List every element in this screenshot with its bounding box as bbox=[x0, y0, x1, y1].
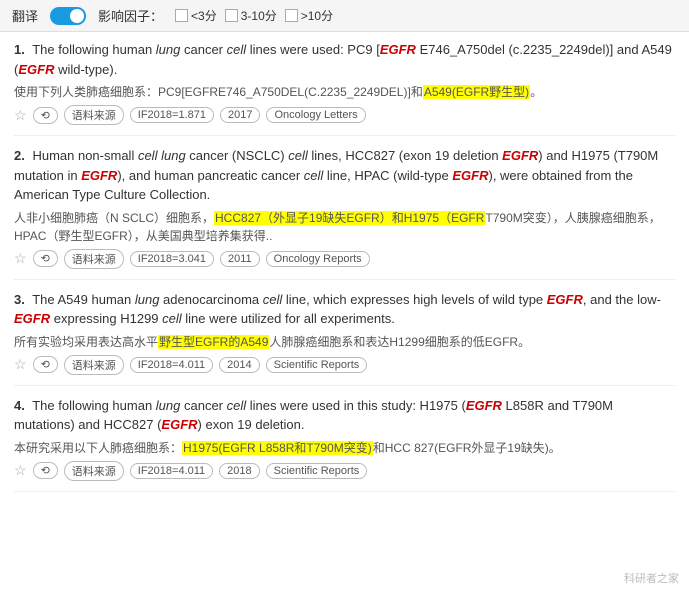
result-4-meta: ☆ ⟲ 语料来源 IF2018=4.011 2018 Scientific Re… bbox=[14, 461, 675, 481]
result-item-3: 3. The A549 human lung adenocarcinoma ce… bbox=[14, 290, 675, 386]
result-3-number: 3. bbox=[14, 292, 25, 307]
result-2-year: 2011 bbox=[220, 251, 260, 267]
translate-toggle[interactable] bbox=[50, 7, 86, 25]
result-2-meta: ☆ ⟲ 语料来源 IF2018=3.041 2011 Oncology Repo… bbox=[14, 249, 675, 269]
results-container: 1. The following human lung cancer cell … bbox=[0, 32, 689, 510]
result-1-star[interactable]: ☆ bbox=[14, 107, 27, 124]
result-2-journal: Oncology Reports bbox=[266, 251, 370, 267]
result-1-number: 1. bbox=[14, 42, 25, 57]
filter-label: 影响因子： bbox=[98, 6, 163, 25]
result-3-year: 2014 bbox=[219, 357, 259, 373]
result-4-number: 4. bbox=[14, 398, 25, 413]
result-2-cn-highlight: HCC827（外显子19缺失EGFR）和H1975（EGFR bbox=[214, 211, 485, 225]
result-item-1: 1. The following human lung cancer cell … bbox=[14, 40, 675, 136]
result-3-source[interactable]: 语料来源 bbox=[64, 355, 124, 375]
result-1-if: IF2018=1.871 bbox=[130, 107, 214, 123]
result-4-en: 4. The following human lung cancer cell … bbox=[14, 396, 675, 435]
result-3-en: 3. The A549 human lung adenocarcinoma ce… bbox=[14, 290, 675, 329]
result-1-year: 2017 bbox=[220, 107, 260, 123]
result-2-number: 2. bbox=[14, 148, 25, 163]
result-2-en: 2. Human non-small cell lung cancer (NSC… bbox=[14, 146, 675, 205]
filter-gt10[interactable]: >10分 bbox=[285, 7, 333, 24]
result-1-source[interactable]: 语料来源 bbox=[64, 105, 124, 125]
result-1-meta: ☆ ⟲ 语料来源 IF2018=1.871 2017 Oncology Lett… bbox=[14, 105, 675, 125]
result-4-year: 2018 bbox=[219, 463, 259, 479]
filter-gt10-label: >10分 bbox=[301, 7, 333, 24]
checkbox-3to10[interactable] bbox=[225, 9, 238, 22]
result-2-cn: 人非小细胞肺癌（N SCLC）细胞系，HCC827（外显子19缺失EGFR）和H… bbox=[14, 209, 675, 245]
result-4-journal: Scientific Reports bbox=[266, 463, 368, 479]
result-3-meta: ☆ ⟲ 语料来源 IF2018=4.011 2014 Scientific Re… bbox=[14, 355, 675, 375]
translate-label: 翻译 bbox=[12, 6, 38, 25]
filter-3to10[interactable]: 3-10分 bbox=[225, 7, 277, 24]
result-2-recycle[interactable]: ⟲ bbox=[33, 250, 58, 267]
result-2-star[interactable]: ☆ bbox=[14, 250, 27, 267]
result-4-star[interactable]: ☆ bbox=[14, 462, 27, 479]
result-4-source[interactable]: 语料来源 bbox=[64, 461, 124, 481]
result-2-if: IF2018=3.041 bbox=[130, 251, 214, 267]
result-item-4: 4. The following human lung cancer cell … bbox=[14, 396, 675, 492]
checkbox-lt3[interactable] bbox=[175, 9, 188, 22]
result-1-cn-highlight: A549(EGFR野生型) bbox=[423, 85, 530, 99]
filter-options: <3分 3-10分 >10分 bbox=[175, 7, 333, 24]
result-1-en: 1. The following human lung cancer cell … bbox=[14, 40, 675, 79]
result-1-recycle[interactable]: ⟲ bbox=[33, 107, 58, 124]
result-1-cn: 使用下列人类肺癌细胞系：PC9[EGFRE746_A750DEL(C.2235_… bbox=[14, 83, 675, 101]
checkbox-gt10[interactable] bbox=[285, 9, 298, 22]
result-4-if: IF2018=4.011 bbox=[130, 463, 213, 479]
filter-3to10-label: 3-10分 bbox=[241, 7, 277, 24]
result-3-cn-highlight: 野生型EGFR的A549 bbox=[158, 335, 269, 349]
result-1-journal: Oncology Letters bbox=[266, 107, 365, 123]
result-4-recycle[interactable]: ⟲ bbox=[33, 462, 58, 479]
watermark: 科研者之家 bbox=[624, 570, 679, 586]
result-4-cn: 本研究采用以下人肺癌细胞系：H1975(EGFR L858R和T790M突变)和… bbox=[14, 439, 675, 457]
toggle-knob bbox=[70, 9, 84, 23]
top-bar: 翻译 影响因子： <3分 3-10分 >10分 bbox=[0, 0, 689, 32]
result-3-if: IF2018=4.011 bbox=[130, 357, 213, 373]
result-2-source[interactable]: 语料来源 bbox=[64, 249, 124, 269]
result-3-recycle[interactable]: ⟲ bbox=[33, 356, 58, 373]
filter-lt3[interactable]: <3分 bbox=[175, 7, 217, 24]
result-3-cn: 所有实验均采用表达高水平野生型EGFR的A549人肺腺癌细胞系和表达H1299细… bbox=[14, 333, 675, 351]
filter-lt3-label: <3分 bbox=[191, 7, 217, 24]
result-item-2: 2. Human non-small cell lung cancer (NSC… bbox=[14, 146, 675, 280]
result-3-star[interactable]: ☆ bbox=[14, 356, 27, 373]
result-3-journal: Scientific Reports bbox=[266, 357, 368, 373]
result-4-cn-highlight: H1975(EGFR L858R和T790M突变) bbox=[182, 441, 373, 455]
